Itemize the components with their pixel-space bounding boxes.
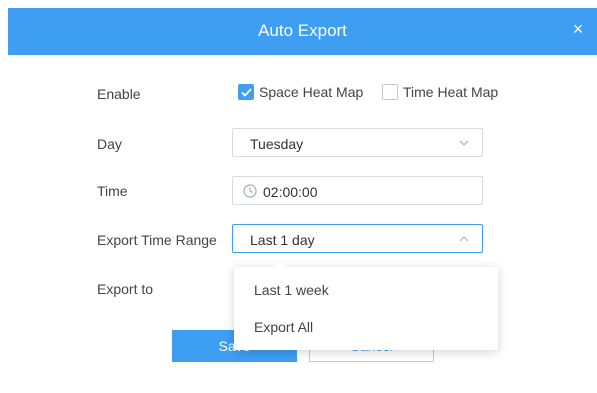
checkbox-empty-icon[interactable] xyxy=(382,84,398,100)
dropdown-option-last-1-week[interactable]: Last 1 week xyxy=(254,282,329,298)
time-heat-map-label: Time Heat Map xyxy=(403,84,499,100)
space-heat-map-label: Space Heat Map xyxy=(259,84,364,100)
export-to-label: Export to xyxy=(97,281,154,297)
close-icon[interactable]: × xyxy=(569,20,587,38)
time-input-value: 02:00:00 xyxy=(263,184,318,200)
time-label: Time xyxy=(97,183,128,199)
dialog-title: Auto Export xyxy=(258,21,347,40)
day-select[interactable]: Tuesday xyxy=(232,128,483,157)
time-heat-map-checkbox[interactable]: Time Heat Map xyxy=(382,84,498,100)
export-time-range-value: Last 1 day xyxy=(250,232,315,248)
day-label: Day xyxy=(97,136,122,152)
export-time-range-select[interactable]: Last 1 day xyxy=(232,224,483,253)
dialog-header: Auto Export × xyxy=(8,8,597,55)
clock-icon xyxy=(243,184,257,198)
chevron-up-icon xyxy=(459,236,469,242)
chevron-down-icon xyxy=(459,140,469,146)
export-time-range-label: Export Time Range xyxy=(97,232,217,248)
time-input[interactable]: 02:00:00 xyxy=(232,176,483,205)
dropdown-arrow xyxy=(274,261,286,267)
space-heat-map-checkbox[interactable]: Space Heat Map xyxy=(238,84,363,100)
checkmark-icon[interactable] xyxy=(238,84,254,100)
export-time-range-dropdown: Last 1 week Export All xyxy=(234,261,498,350)
dropdown-option-export-all[interactable]: Export All xyxy=(254,319,313,335)
day-select-value: Tuesday xyxy=(250,136,304,152)
enable-label: Enable xyxy=(97,86,141,102)
